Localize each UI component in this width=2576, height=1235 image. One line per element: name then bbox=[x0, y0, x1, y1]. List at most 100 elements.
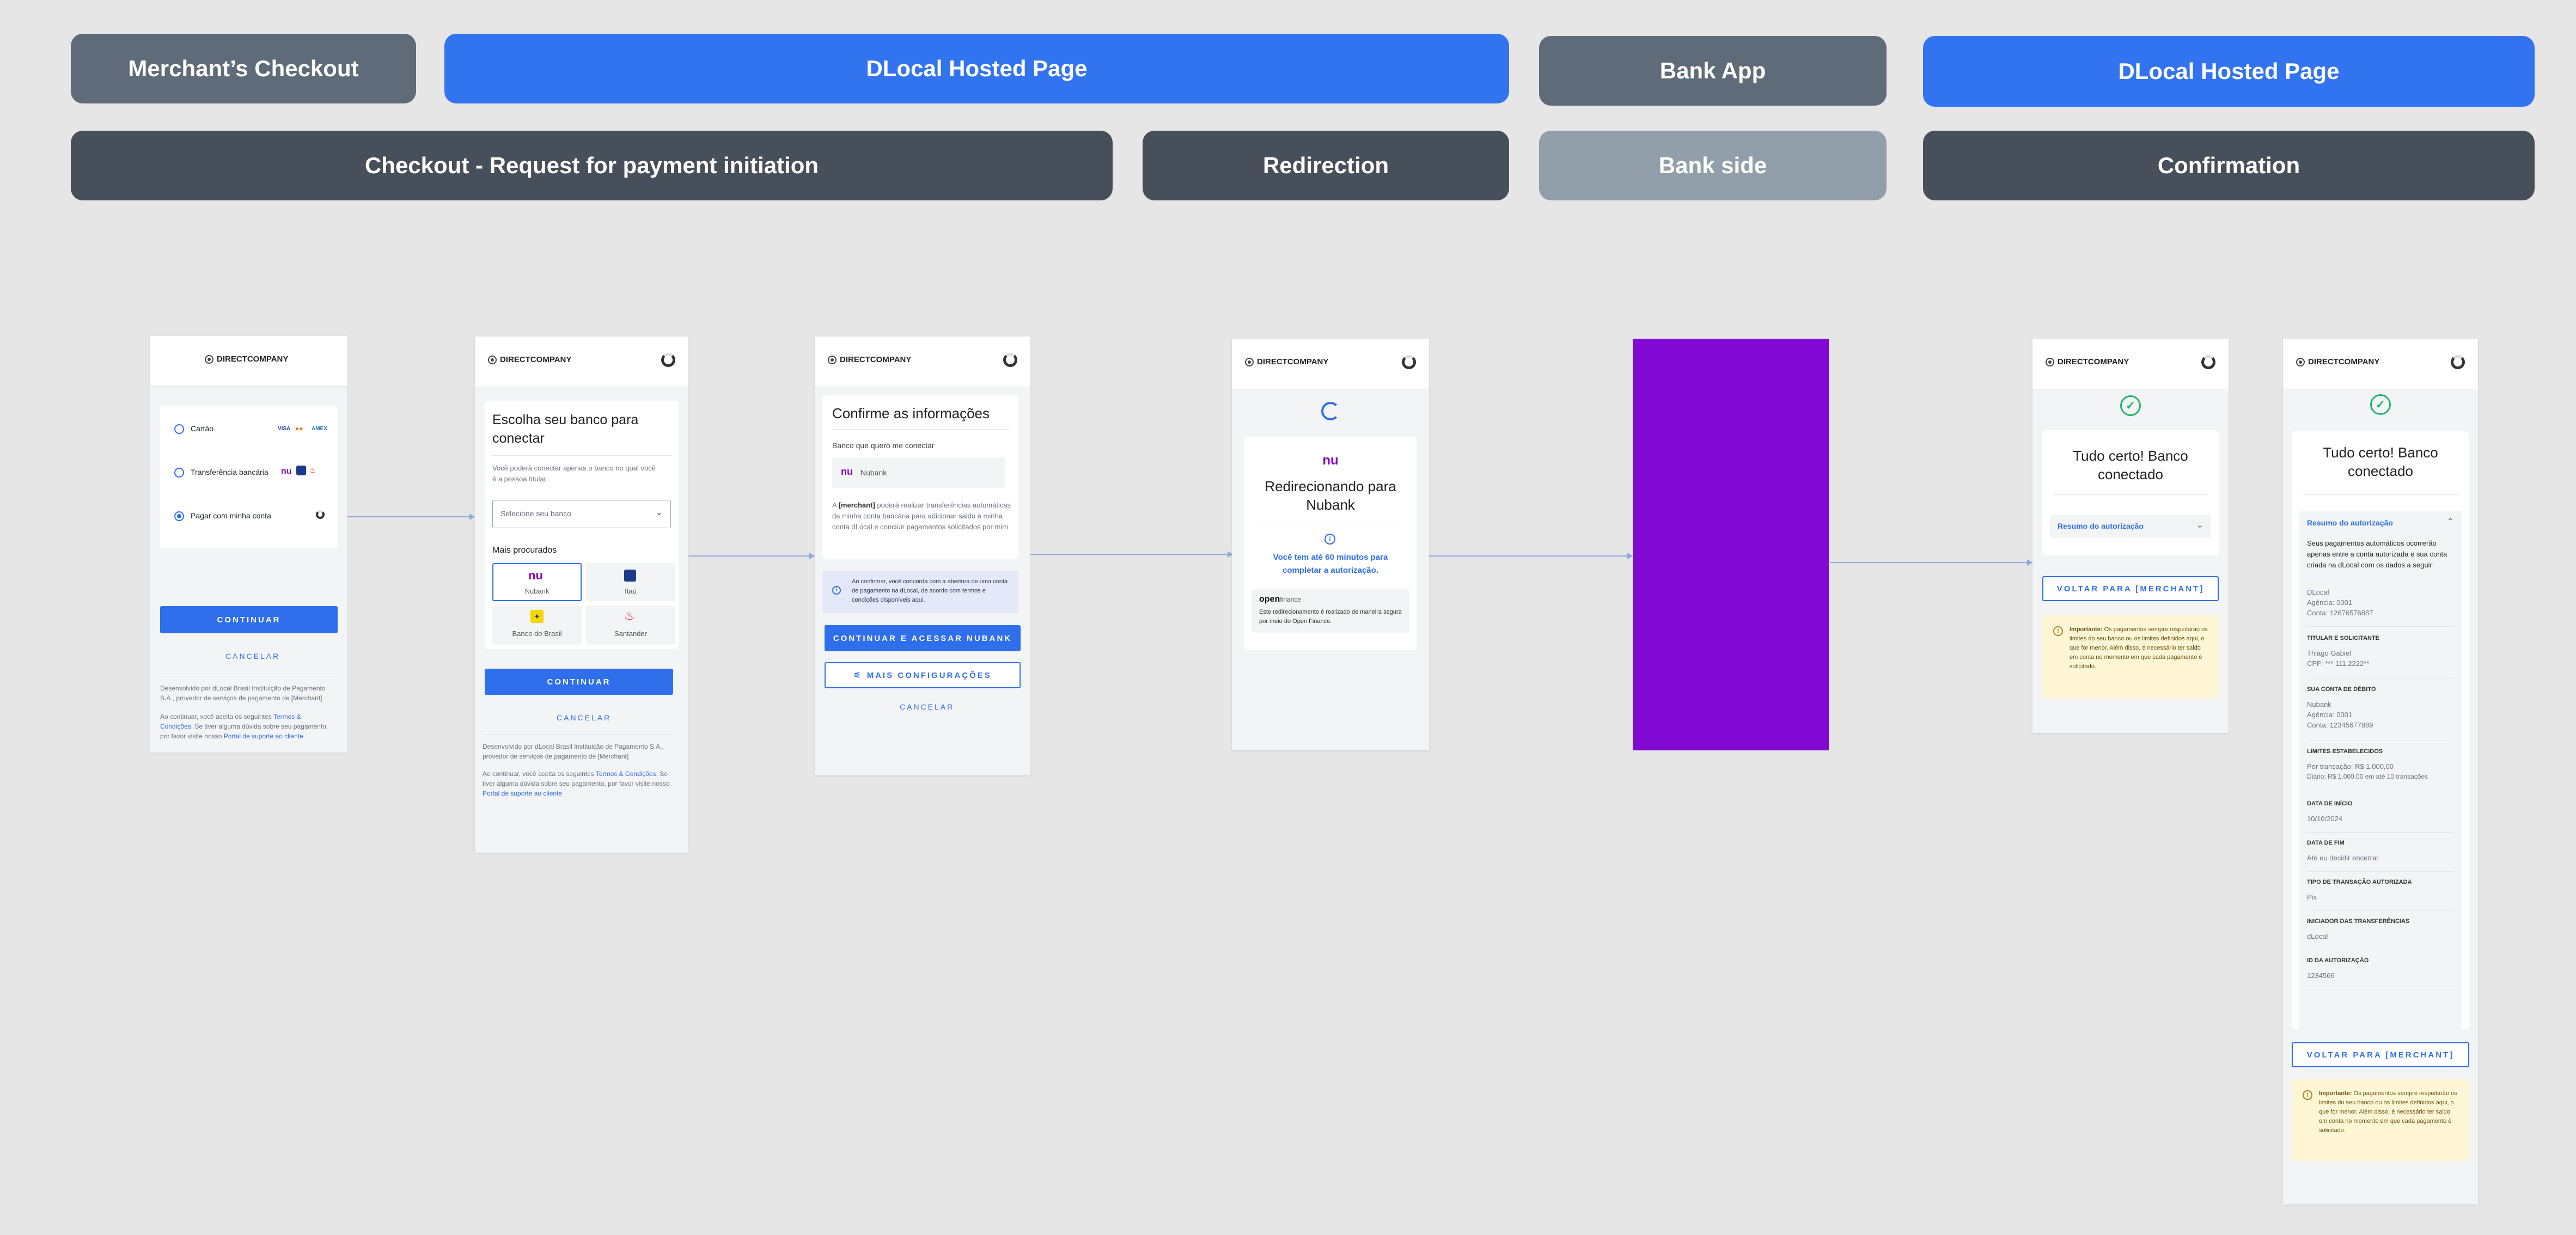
brand-name: DIRECTCOMPANY bbox=[2058, 357, 2129, 366]
radio-transferencia[interactable] bbox=[174, 468, 184, 478]
footer-disclaimer: Desenvolvido por dLocal Brasil Instituiç… bbox=[483, 743, 664, 760]
footer-terms: Ao continuar, você aceita os seguintes T… bbox=[160, 712, 334, 741]
check-circle-icon: ✓ bbox=[2370, 394, 2391, 415]
header-redirection: Redirection bbox=[1143, 131, 1509, 200]
bank-name: Nubank bbox=[524, 587, 550, 595]
mais-configuracoes-label: MAIS CONFIGURAÇÕES bbox=[866, 670, 992, 680]
continuar-acessar-nubank-button[interactable]: CONTINUAR E ACESSAR NUBANK bbox=[825, 625, 1021, 651]
radio-cartao[interactable] bbox=[174, 424, 184, 434]
selected-bank-name: Nubank bbox=[860, 468, 887, 477]
terms-link[interactable]: Termos & Condições bbox=[596, 770, 656, 778]
important-warning: ! Importante: Os pagamentos sempre respe… bbox=[2292, 1079, 2469, 1161]
resumo-label[interactable]: Resumo do autorização bbox=[2307, 518, 2393, 527]
header-label: DLocal Hosted Page bbox=[866, 56, 1088, 81]
continuar-label: CONTINUAR bbox=[217, 615, 281, 625]
header-label: DLocal Hosted Page bbox=[2118, 58, 2340, 84]
nubank-icon: nu bbox=[281, 467, 292, 476]
divider bbox=[2307, 871, 2454, 872]
visa-icon: VISA bbox=[278, 426, 291, 432]
choose-bank-description: Você poderá conectar apenas o banco no q… bbox=[492, 464, 656, 483]
section-value: Agência: 0001 bbox=[2307, 711, 2353, 719]
user-avatar-icon[interactable] bbox=[1003, 353, 1017, 367]
destination-account: DLocal Agência: 0001 Conta: 12676576887 bbox=[2307, 587, 2454, 618]
brand-logo: DIRECTCOMPANY bbox=[2296, 357, 2379, 366]
mais-configuracoes-button[interactable]: ⚟ MAIS CONFIGURAÇÕES bbox=[825, 662, 1021, 688]
screen-confirmation: DIRECTCOMPANY ✓ Tudo certo! Banco conect… bbox=[2032, 339, 2229, 733]
radio-pagar-conta[interactable] bbox=[174, 511, 184, 521]
cancelar-link[interactable]: CANCELAR bbox=[557, 713, 611, 722]
section-value: Diário: R$ 1.000,00 em até 10 transações bbox=[2307, 773, 2428, 780]
header-label: Checkout - Request for payment initiatio… bbox=[364, 152, 819, 178]
cancelar-link[interactable]: CANCELAR bbox=[225, 652, 280, 661]
confirm-info-card: Confirme as informações Banco que quero … bbox=[822, 395, 1018, 559]
warning-icon: ! bbox=[2303, 1090, 2312, 1100]
header-dlocal-hosted-page-2: DLocal Hosted Page bbox=[1923, 36, 2535, 107]
bank-tile-santander[interactable]: ♨ Santander bbox=[586, 606, 675, 645]
screen-merchant-checkout: DIRECTCOMPANY Cartão VISA ●● AMEX Transf… bbox=[150, 336, 347, 753]
redirect-timer-text: Você tem até 60 minutos para completar a… bbox=[1273, 553, 1388, 575]
voltar-merchant-label: VOLTAR PARA [MERCHANT] bbox=[2056, 584, 2205, 594]
resumo-section: ID DA AUTORIZAÇÃO 1234566 bbox=[2307, 957, 2459, 981]
info-icon: i bbox=[1324, 534, 1335, 545]
bank-tile-nubank[interactable]: nu Nubank bbox=[492, 563, 582, 601]
section-value: 1234566 bbox=[2307, 971, 2335, 980]
continuar-label: CONTINUAR bbox=[547, 677, 611, 687]
confirmation-title: Tudo certo! Banco conectado bbox=[2323, 444, 2438, 479]
mais-procurados-label: Mais procurados bbox=[492, 546, 557, 555]
amex-icon: AMEX bbox=[312, 426, 327, 432]
header-label: Bank App bbox=[1659, 58, 1766, 83]
warning-text: Importante: Os pagamentos sempre respeit… bbox=[2070, 625, 2209, 671]
flow-arrow bbox=[339, 513, 475, 520]
footer-terms-text: Ao continuar, você aceita os seguintes bbox=[483, 770, 596, 778]
continuar-button[interactable]: CONTINUAR bbox=[485, 669, 673, 695]
confirmation-card: Tudo certo! Banco conectado Resumo do au… bbox=[2292, 431, 2469, 1088]
section-value: 10/10/2024 bbox=[2307, 815, 2343, 823]
bank-name: Santander bbox=[614, 629, 647, 638]
resumo-accordion[interactable]: Resumo do autorização ⌄ bbox=[2050, 515, 2211, 538]
support-link[interactable]: Portal de suporte ao cliente bbox=[224, 732, 303, 740]
resumo-section: TITULAR E SOLICITANTE Thiago Gabiel CPF:… bbox=[2307, 635, 2459, 669]
destination-line: Conta: 12676576887 bbox=[2307, 609, 2373, 617]
brand-logo-icon bbox=[488, 355, 497, 364]
section-value: Conta: 12345677889 bbox=[2307, 721, 2373, 729]
user-avatar-icon[interactable] bbox=[1402, 355, 1416, 369]
loading-spinner-icon bbox=[1321, 402, 1340, 420]
bank-tile-banco-do-brasil[interactable]: ✦ Banco do Brasil bbox=[492, 606, 582, 645]
bank-tile-itau[interactable]: Itaú bbox=[586, 563, 675, 601]
open-finance-note: openfinance Este redirecionamento é real… bbox=[1252, 589, 1409, 633]
header-label: Confirmation bbox=[2157, 152, 2300, 178]
divider bbox=[485, 734, 673, 735]
support-link[interactable]: Portal de suporte ao cliente bbox=[483, 790, 562, 797]
continuar-button[interactable]: CONTINUAR bbox=[160, 606, 338, 633]
brand-logo: DIRECTCOMPANY bbox=[828, 355, 911, 364]
chevron-up-icon[interactable]: ⌃ bbox=[2447, 516, 2454, 527]
section-label: DATA DE FIM bbox=[2307, 840, 2345, 846]
voltar-merchant-button[interactable]: VOLTAR PARA [MERCHANT] bbox=[2042, 576, 2219, 601]
header-merchants-checkout: Merchant’s Checkout bbox=[71, 34, 416, 103]
resumo-label: Resumo do autorização bbox=[2058, 522, 2144, 530]
user-avatar-icon[interactable] bbox=[2201, 355, 2215, 369]
section-label: TIPO DE TRANSAÇÃO AUTORIZADA bbox=[2307, 879, 2412, 885]
brand-name: DIRECTCOMPANY bbox=[217, 354, 289, 364]
destination-line: DLocal bbox=[2307, 588, 2329, 596]
check-circle-icon: ✓ bbox=[2120, 395, 2141, 416]
section-label: DATA DE INÍCIO bbox=[2307, 800, 2353, 807]
brand-name: DIRECTCOMPANY bbox=[1257, 357, 1329, 366]
info-banner: i Ao confirmar, você concorda com a aber… bbox=[822, 571, 1018, 613]
flow-arrow bbox=[1030, 551, 1233, 558]
user-avatar-icon[interactable] bbox=[2451, 355, 2465, 369]
divider bbox=[2307, 626, 2454, 627]
divider bbox=[2307, 678, 2454, 679]
open-finance-logo: openfinance bbox=[1259, 595, 1301, 604]
voltar-merchant-button[interactable]: VOLTAR PARA [MERCHANT] bbox=[2292, 1042, 2469, 1067]
cancelar-link[interactable]: CANCELAR bbox=[900, 702, 954, 711]
section-value: Nubank bbox=[2307, 700, 2331, 708]
section-value: Até eu decidir encerrar bbox=[2307, 854, 2379, 862]
itau-icon bbox=[624, 570, 636, 582]
bank-name: Itaú bbox=[625, 587, 637, 595]
section-value: dLocal bbox=[2307, 932, 2328, 940]
bank-select[interactable]: Selecione seu banco ⌄ bbox=[492, 500, 671, 528]
flow-arrow bbox=[1830, 559, 2032, 566]
option-cartao-label: Cartão bbox=[191, 424, 214, 433]
user-avatar-icon[interactable] bbox=[661, 353, 675, 367]
